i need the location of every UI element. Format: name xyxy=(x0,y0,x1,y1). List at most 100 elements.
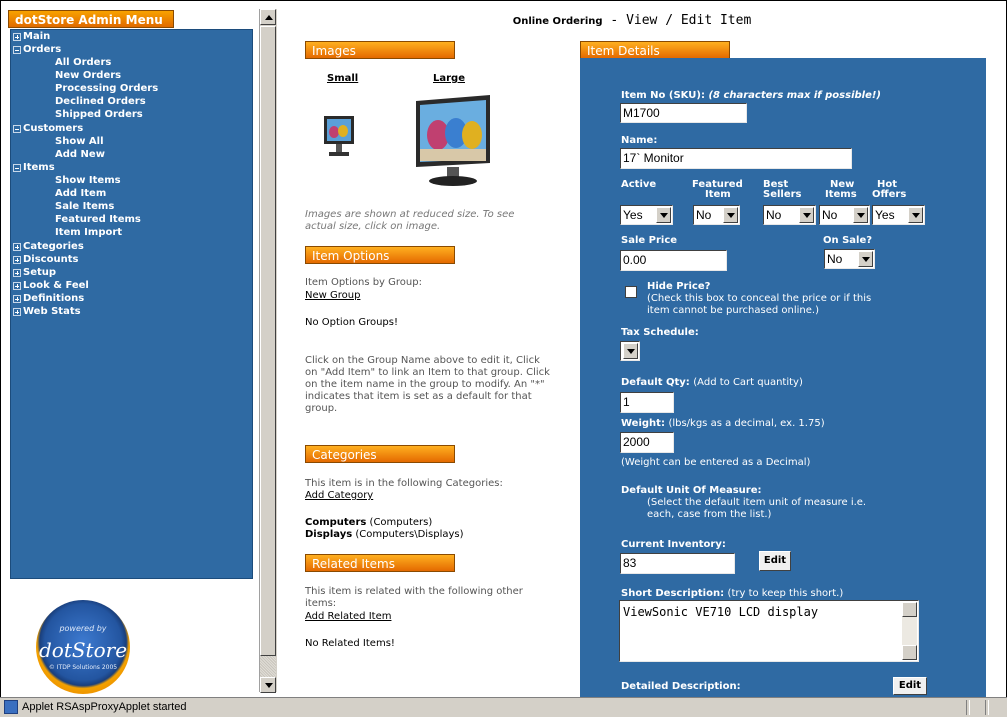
scroll-track[interactable] xyxy=(260,656,276,677)
expand-categories-icon[interactable] xyxy=(13,243,21,251)
new-items-label-line2: Items xyxy=(825,189,857,200)
chevron-down-icon xyxy=(853,207,868,223)
weight-label-text: Weight: xyxy=(621,418,665,429)
large-image-link[interactable]: Large xyxy=(433,73,465,85)
detailed-description-label: Detailed Description: xyxy=(621,681,741,692)
sku-input[interactable]: M1700 xyxy=(620,103,747,123)
active-select[interactable]: Yes xyxy=(620,205,673,225)
category-path: (Computers\Displays) xyxy=(355,529,464,540)
menu-item-main[interactable]: Main xyxy=(23,31,50,43)
scroll-up-button[interactable] xyxy=(260,9,276,25)
hide-price-checkbox[interactable] xyxy=(625,286,637,298)
inventory-edit-button[interactable]: Edit xyxy=(759,551,791,571)
textarea-scroll-up[interactable] xyxy=(902,602,917,617)
chevron-down-icon xyxy=(656,207,671,223)
dotstore-logo: powered by dotStore © ITDP Solutions 200… xyxy=(36,600,130,694)
best-sellers-label-line2: Sellers xyxy=(763,189,802,200)
logo-copyright: © ITDP Solutions 2005 xyxy=(48,664,118,671)
short-description-textarea[interactable]: ViewSonic VE710 LCD display xyxy=(619,600,919,662)
new-group-link[interactable]: New Group xyxy=(305,290,360,302)
categories-intro: This item is in the following Categories… xyxy=(305,478,503,489)
expand-main-icon[interactable] xyxy=(13,33,21,41)
menu-item-add-item[interactable]: Add Item xyxy=(55,188,106,200)
menu-item-declined-orders[interactable]: Declined Orders xyxy=(55,96,146,108)
featured-value: No xyxy=(696,208,712,222)
best-sellers-select[interactable]: No xyxy=(763,205,816,225)
collapse-orders-icon[interactable] xyxy=(13,46,21,54)
tax-schedule-select[interactable] xyxy=(620,341,640,361)
category-path: (Computers) xyxy=(369,517,433,528)
expand-web-stats-icon[interactable] xyxy=(13,308,21,316)
scroll-down-button[interactable] xyxy=(260,677,276,693)
textarea-scroll-down[interactable] xyxy=(902,645,917,660)
sku-label-text: Item No (SKU): xyxy=(621,90,705,101)
hot-offers-select[interactable]: Yes xyxy=(872,205,925,225)
expand-setup-icon[interactable] xyxy=(13,269,21,277)
menu-item-web-stats[interactable]: Web Stats xyxy=(23,306,81,318)
short-description-hint: (try to keep this short.) xyxy=(727,588,844,599)
category-name: Displays xyxy=(305,529,353,540)
add-category-link[interactable]: Add Category xyxy=(305,490,373,502)
on-sale-value: No xyxy=(827,252,843,266)
status-bar: Applet RSAspProxyApplet started xyxy=(0,697,1007,717)
menu-item-shipped-orders[interactable]: Shipped Orders xyxy=(55,109,143,121)
no-related-items-text: No Related Items! xyxy=(305,638,395,649)
on-sale-label: On Sale? xyxy=(823,235,873,246)
inventory-input[interactable]: 83 xyxy=(620,553,735,574)
small-image-link[interactable]: Small xyxy=(327,73,358,85)
status-separator xyxy=(966,700,970,715)
default-qty-label: Default Qty: (Add to Cart quantity) xyxy=(621,377,803,389)
menu-item-all-orders[interactable]: All Orders xyxy=(55,57,111,69)
item-details-panel: Item No (SKU): (8 characters max if poss… xyxy=(580,58,986,698)
images-tab: Images xyxy=(305,41,455,59)
detailed-description-edit-button[interactable]: Edit xyxy=(893,677,927,695)
menu-item-add-new[interactable]: Add New xyxy=(55,149,105,161)
add-related-item-link[interactable]: Add Related Item xyxy=(305,611,391,623)
menu-item-new-orders[interactable]: New Orders xyxy=(55,70,121,82)
collapse-items-icon[interactable] xyxy=(13,164,21,172)
menu-item-discounts[interactable]: Discounts xyxy=(23,254,78,266)
new-items-select[interactable]: No xyxy=(819,205,870,225)
scroll-thumb[interactable] xyxy=(260,26,276,656)
textarea-scrollbar[interactable] xyxy=(902,602,917,660)
short-description-label-text: Short Description: xyxy=(621,588,725,599)
small-monitor-image[interactable] xyxy=(320,114,360,162)
featured-select[interactable]: No xyxy=(693,205,740,225)
logo-powered-by: powered by xyxy=(59,624,107,633)
options-by-group-label: Item Options by Group: xyxy=(305,277,422,288)
sale-price-input[interactable]: 0.00 xyxy=(620,250,727,271)
menu-item-look-feel[interactable]: Look & Feel xyxy=(23,280,89,292)
expand-discounts-icon[interactable] xyxy=(13,256,21,264)
short-description-text: ViewSonic VE710 LCD display xyxy=(623,605,819,619)
menu-item-orders[interactable]: Orders xyxy=(23,44,61,56)
collapse-customers-icon[interactable] xyxy=(13,125,21,133)
menu-item-sale-items[interactable]: Sale Items xyxy=(55,201,114,213)
weight-input[interactable]: 2000 xyxy=(620,432,674,453)
arrow-down-icon xyxy=(265,683,273,688)
sidebar-scrollbar[interactable] xyxy=(259,9,277,693)
hot-offers-value: Yes xyxy=(875,208,895,222)
name-input[interactable]: 17` Monitor xyxy=(620,148,852,169)
uom-label: Default Unit Of Measure: xyxy=(621,485,762,496)
expand-definitions-icon[interactable] xyxy=(13,295,21,303)
menu-item-item-import[interactable]: Item Import xyxy=(55,227,122,239)
chevron-down-icon xyxy=(623,343,638,359)
menu-item-show-all[interactable]: Show All xyxy=(55,136,104,148)
expand-look-feel-icon[interactable] xyxy=(13,282,21,290)
menu-item-show-items[interactable]: Show Items xyxy=(55,175,121,187)
menu-item-definitions[interactable]: Definitions xyxy=(23,293,84,305)
menu-item-setup[interactable]: Setup xyxy=(23,267,56,279)
inventory-label: Current Inventory: xyxy=(621,539,726,550)
menu-item-categories[interactable]: Categories xyxy=(23,241,84,253)
menu-item-customers[interactable]: Customers xyxy=(23,123,83,135)
large-monitor-image[interactable] xyxy=(410,93,494,189)
menu-item-featured-items[interactable]: Featured Items xyxy=(55,214,141,226)
hot-offers-label-line2: Offers xyxy=(872,189,907,200)
menu-item-items[interactable]: Items xyxy=(23,162,55,174)
chevron-down-icon xyxy=(799,207,814,223)
on-sale-select[interactable]: No xyxy=(824,249,875,269)
page-heading: View / Edit Item xyxy=(626,13,752,28)
page-separator: - xyxy=(602,13,627,28)
menu-item-processing-orders[interactable]: Processing Orders xyxy=(55,83,158,95)
default-qty-input[interactable]: 1 xyxy=(620,392,674,413)
